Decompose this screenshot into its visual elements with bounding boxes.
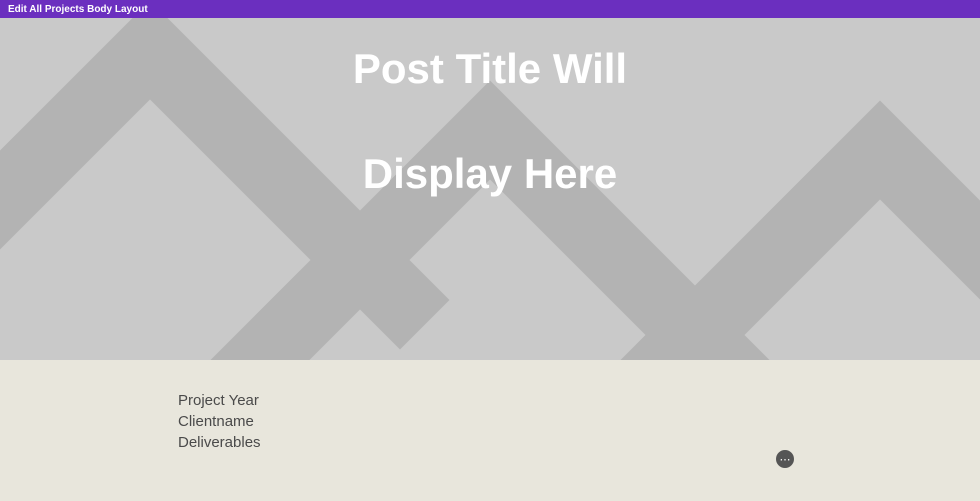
content-text-block: Project Year Clientname Deliverables <box>178 390 261 453</box>
hero-area: Post Title Will Display Here <box>0 0 980 360</box>
text-line-project-year: Project Year <box>178 390 261 411</box>
top-bar: Edit All Projects Body Layout <box>0 0 980 18</box>
text-line-clientname: Clientname <box>178 411 261 432</box>
floating-settings-button[interactable]: ⋯ <box>774 448 796 470</box>
text-line-deliverables: Deliverables <box>178 432 261 453</box>
hero-title-line2: Display Here <box>0 150 980 198</box>
top-bar-title: Edit All Projects Body Layout <box>8 4 148 15</box>
hero-title-line1: Post Title Will <box>0 45 980 93</box>
